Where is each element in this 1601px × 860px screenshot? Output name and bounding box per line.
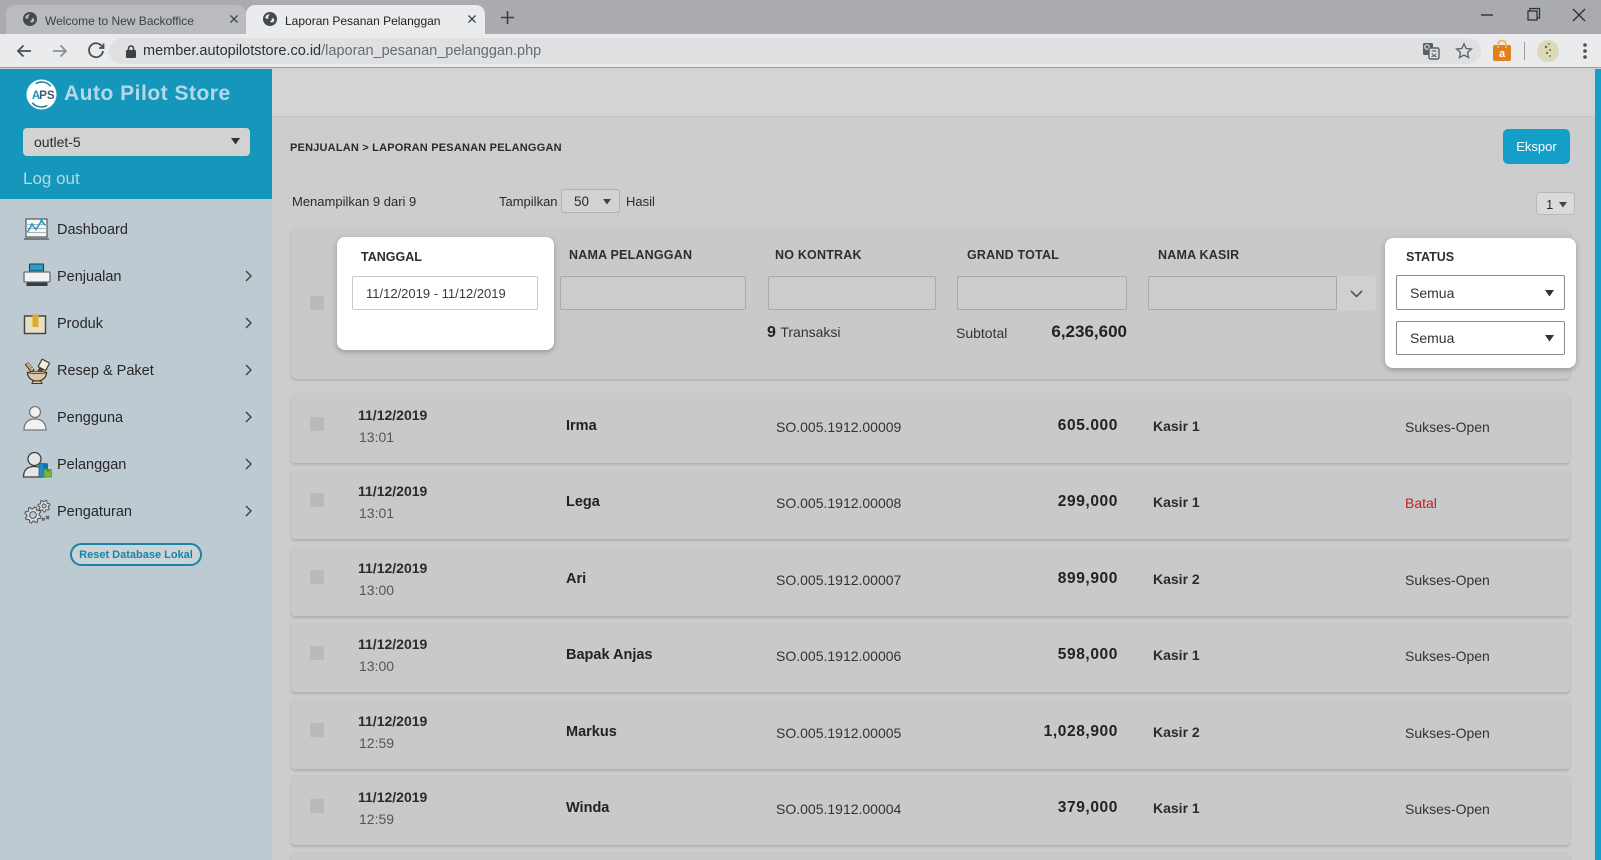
svg-text:a: a	[1499, 48, 1506, 60]
svg-text:PS: PS	[39, 89, 55, 102]
